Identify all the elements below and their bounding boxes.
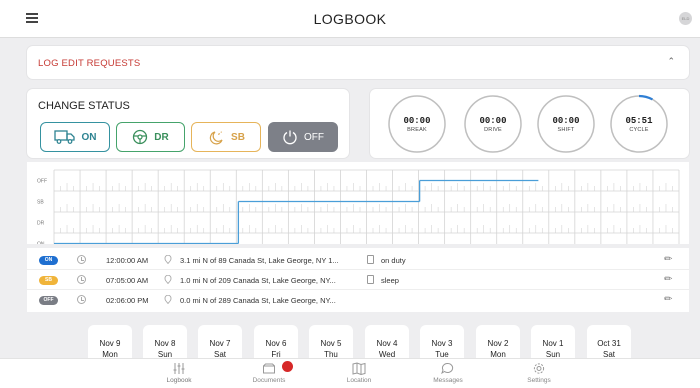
tab-logbook[interactable]: Logbook <box>149 362 209 384</box>
timer-value: 00:00 <box>403 116 431 126</box>
timer-value: 05:51 <box>625 116 653 126</box>
status-sb-button[interactable]: z z SB <box>191 122 261 152</box>
note-icon <box>367 255 374 264</box>
log-location: 1.0 mi N of 209 Canada St, Lake George, … <box>180 276 336 285</box>
clock-icon <box>77 295 86 304</box>
day-date: Nov 1 <box>542 339 564 348</box>
log-edit-requests-panel[interactable]: LOG EDIT REQUESTS ⌃ <box>27 46 689 79</box>
timer-value: 00:00 <box>479 116 507 126</box>
day-date: Nov 7 <box>209 339 231 348</box>
clock-icon <box>77 255 86 264</box>
tab-label: Settings <box>527 377 551 384</box>
chevron-up-icon[interactable]: ⌃ <box>667 56 675 67</box>
break-timer: 00:00 BREAK <box>387 94 447 154</box>
day-date: Nov 4 <box>376 339 398 348</box>
status-off-label: OFF <box>304 131 324 143</box>
log-location: 3.1 mi N of 89 Canada St, Lake George, N… <box>180 256 339 265</box>
drive-timer: 00:00 DRIVE <box>463 94 523 154</box>
timer-label: CYCLE <box>629 127 649 133</box>
top-bar: LOGBOOK ELD <box>0 0 700 38</box>
chat-icon <box>441 363 454 375</box>
change-status-title: CHANGE STATUS <box>38 100 130 112</box>
tab-messages[interactable]: Messages <box>418 362 478 384</box>
shift-timer: 00:00 SHIFT <box>536 94 596 154</box>
folder-icon <box>263 363 275 374</box>
timer-value: 00:00 <box>552 116 580 126</box>
note-icon <box>367 275 374 284</box>
log-note: on duty <box>381 256 406 265</box>
log-time: 07:05:00 AM <box>106 276 149 285</box>
day-date: Nov 3 <box>431 339 453 348</box>
day-date: Nov 6 <box>265 339 287 348</box>
duty-status-chart: OFF SB DR ON <box>27 162 689 244</box>
status-sb-label: SB <box>231 131 245 143</box>
edit-pencil-icon[interactable]: ✏ <box>664 274 672 285</box>
tab-label: Location <box>346 377 372 384</box>
day-date: Nov 8 <box>154 339 176 348</box>
steering-wheel-icon <box>133 129 148 145</box>
log-entry[interactable]: ON 12:00:00 AM 3.1 mi N of 89 Canada St,… <box>27 250 689 270</box>
timers-panel: 00:00 BREAK 00:00 DRIVE 00:00 SHIFT 05:5… <box>370 89 689 158</box>
status-off-button[interactable]: OFF <box>268 122 338 152</box>
power-icon <box>283 130 297 145</box>
edit-pencil-icon[interactable]: ✏ <box>664 294 672 305</box>
timer-label: SHIFT <box>557 127 575 133</box>
day-date: Nov 9 <box>99 339 121 348</box>
avatar[interactable]: ELD <box>679 12 692 25</box>
bottom-nav: Logbook Documents Location Messages Sett… <box>0 358 700 388</box>
status-on-button[interactable]: ON <box>40 122 110 152</box>
tab-label: Messages <box>433 377 463 384</box>
tab-label: Documents <box>252 377 286 384</box>
status-badge: SB <box>39 276 58 285</box>
map-icon <box>352 362 366 375</box>
cycle-timer: 05:51 CYCLE <box>609 94 669 154</box>
log-entry[interactable]: OFF 02:06:00 PM 0.0 mi N of 289 Canada S… <box>27 290 689 310</box>
row-label: OFF <box>37 179 47 185</box>
timer-label: DRIVE <box>484 127 502 133</box>
row-label: DR <box>37 221 45 227</box>
log-note: sleep <box>381 276 399 285</box>
tab-settings[interactable]: Settings <box>509 362 569 384</box>
log-entries-list: ON 12:00:00 AM 3.1 mi N of 89 Canada St,… <box>27 248 689 312</box>
log-time: 02:06:00 PM <box>106 296 149 305</box>
tab-label: Logbook <box>166 377 192 384</box>
day-date: Nov 5 <box>320 339 342 348</box>
log-location: 0.0 mi N of 289 Canada St, Lake George, … <box>180 296 336 305</box>
page-title: LOGBOOK <box>313 11 387 27</box>
moon-icon: z z <box>209 130 223 145</box>
log-entry[interactable]: SB 07:05:00 AM 1.0 mi N of 209 Canada St… <box>27 270 689 290</box>
status-dr-button[interactable]: DR <box>116 122 185 152</box>
day-date: Oct 31 <box>597 339 621 348</box>
status-badge: OFF <box>39 296 58 305</box>
row-label: ON <box>37 242 45 245</box>
truck-icon <box>53 130 75 144</box>
svg-text:z: z <box>221 130 223 134</box>
edit-pencil-icon[interactable]: ✏ <box>664 254 672 265</box>
day-date: Nov 2 <box>487 339 509 348</box>
change-status-panel: CHANGE STATUS ON DR z z SB OFF <box>27 89 349 158</box>
tab-location[interactable]: Location <box>329 362 389 384</box>
status-badge: ON <box>39 256 58 265</box>
status-dr-label: DR <box>154 131 169 143</box>
timer-label: BREAK <box>407 127 427 133</box>
clock-icon <box>77 275 86 284</box>
location-pin-icon <box>164 255 172 264</box>
log-edit-requests-label: LOG EDIT REQUESTS <box>38 58 141 69</box>
sliders-icon <box>173 363 185 374</box>
gear-icon <box>533 363 545 374</box>
location-pin-icon <box>164 275 172 284</box>
notification-badge <box>282 361 293 372</box>
location-pin-icon <box>164 295 172 304</box>
duty-status-graph: OFF SB DR ON <box>37 169 680 245</box>
row-label: SB <box>37 200 44 206</box>
log-time: 12:00:00 AM <box>106 256 149 265</box>
status-on-label: ON <box>81 131 97 143</box>
